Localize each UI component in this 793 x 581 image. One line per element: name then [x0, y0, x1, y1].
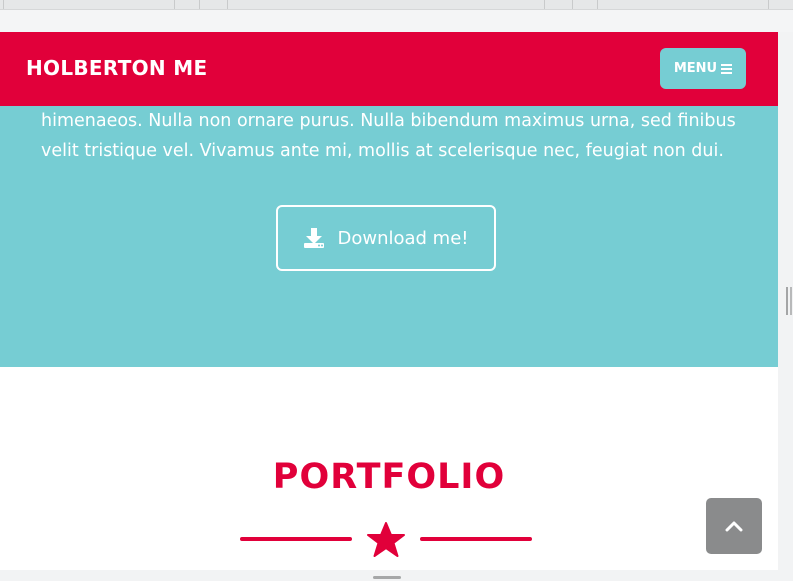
divider-line-left: [240, 537, 352, 541]
navbar: HOLBERTON ME MENU: [0, 32, 778, 106]
about-text: himenaeos. Nulla non ornare purus. Nulla…: [41, 111, 736, 161]
tab-separator: [227, 0, 228, 9]
tab-strip: [0, 0, 793, 10]
star-icon: [367, 522, 405, 557]
hamburger-icon: [721, 62, 733, 76]
menu-label: MENU: [673, 61, 718, 76]
bottom-drag-handle[interactable]: [373, 576, 401, 579]
tab-separator: [768, 0, 769, 9]
tab-separator: [597, 0, 598, 9]
download-icon: [304, 228, 325, 248]
portfolio-title: PORTFOLIO: [272, 457, 506, 497]
page: HOLBERTON ME MENU himenaeos. Nulla non o…: [0, 32, 778, 570]
about-section: himenaeos. Nulla non ornare purus. Nulla…: [0, 106, 778, 367]
browser-top-strip: [0, 0, 793, 32]
scroll-to-top-button[interactable]: [706, 498, 762, 554]
chevron-up-icon: [725, 521, 743, 532]
divider-line-right: [420, 537, 532, 541]
resize-grip[interactable]: [786, 287, 788, 315]
resize-grip[interactable]: [790, 287, 792, 315]
download-button[interactable]: Download me!: [276, 205, 496, 271]
tab-separator: [3, 0, 4, 9]
tab-separator: [544, 0, 545, 9]
brand-logo[interactable]: HOLBERTON ME: [26, 56, 207, 80]
menu-button[interactable]: MENU: [660, 48, 746, 89]
download-label: Download me!: [337, 227, 469, 249]
tab-separator: [199, 0, 200, 9]
tab-separator: [174, 0, 175, 9]
tab-separator: [572, 0, 573, 9]
